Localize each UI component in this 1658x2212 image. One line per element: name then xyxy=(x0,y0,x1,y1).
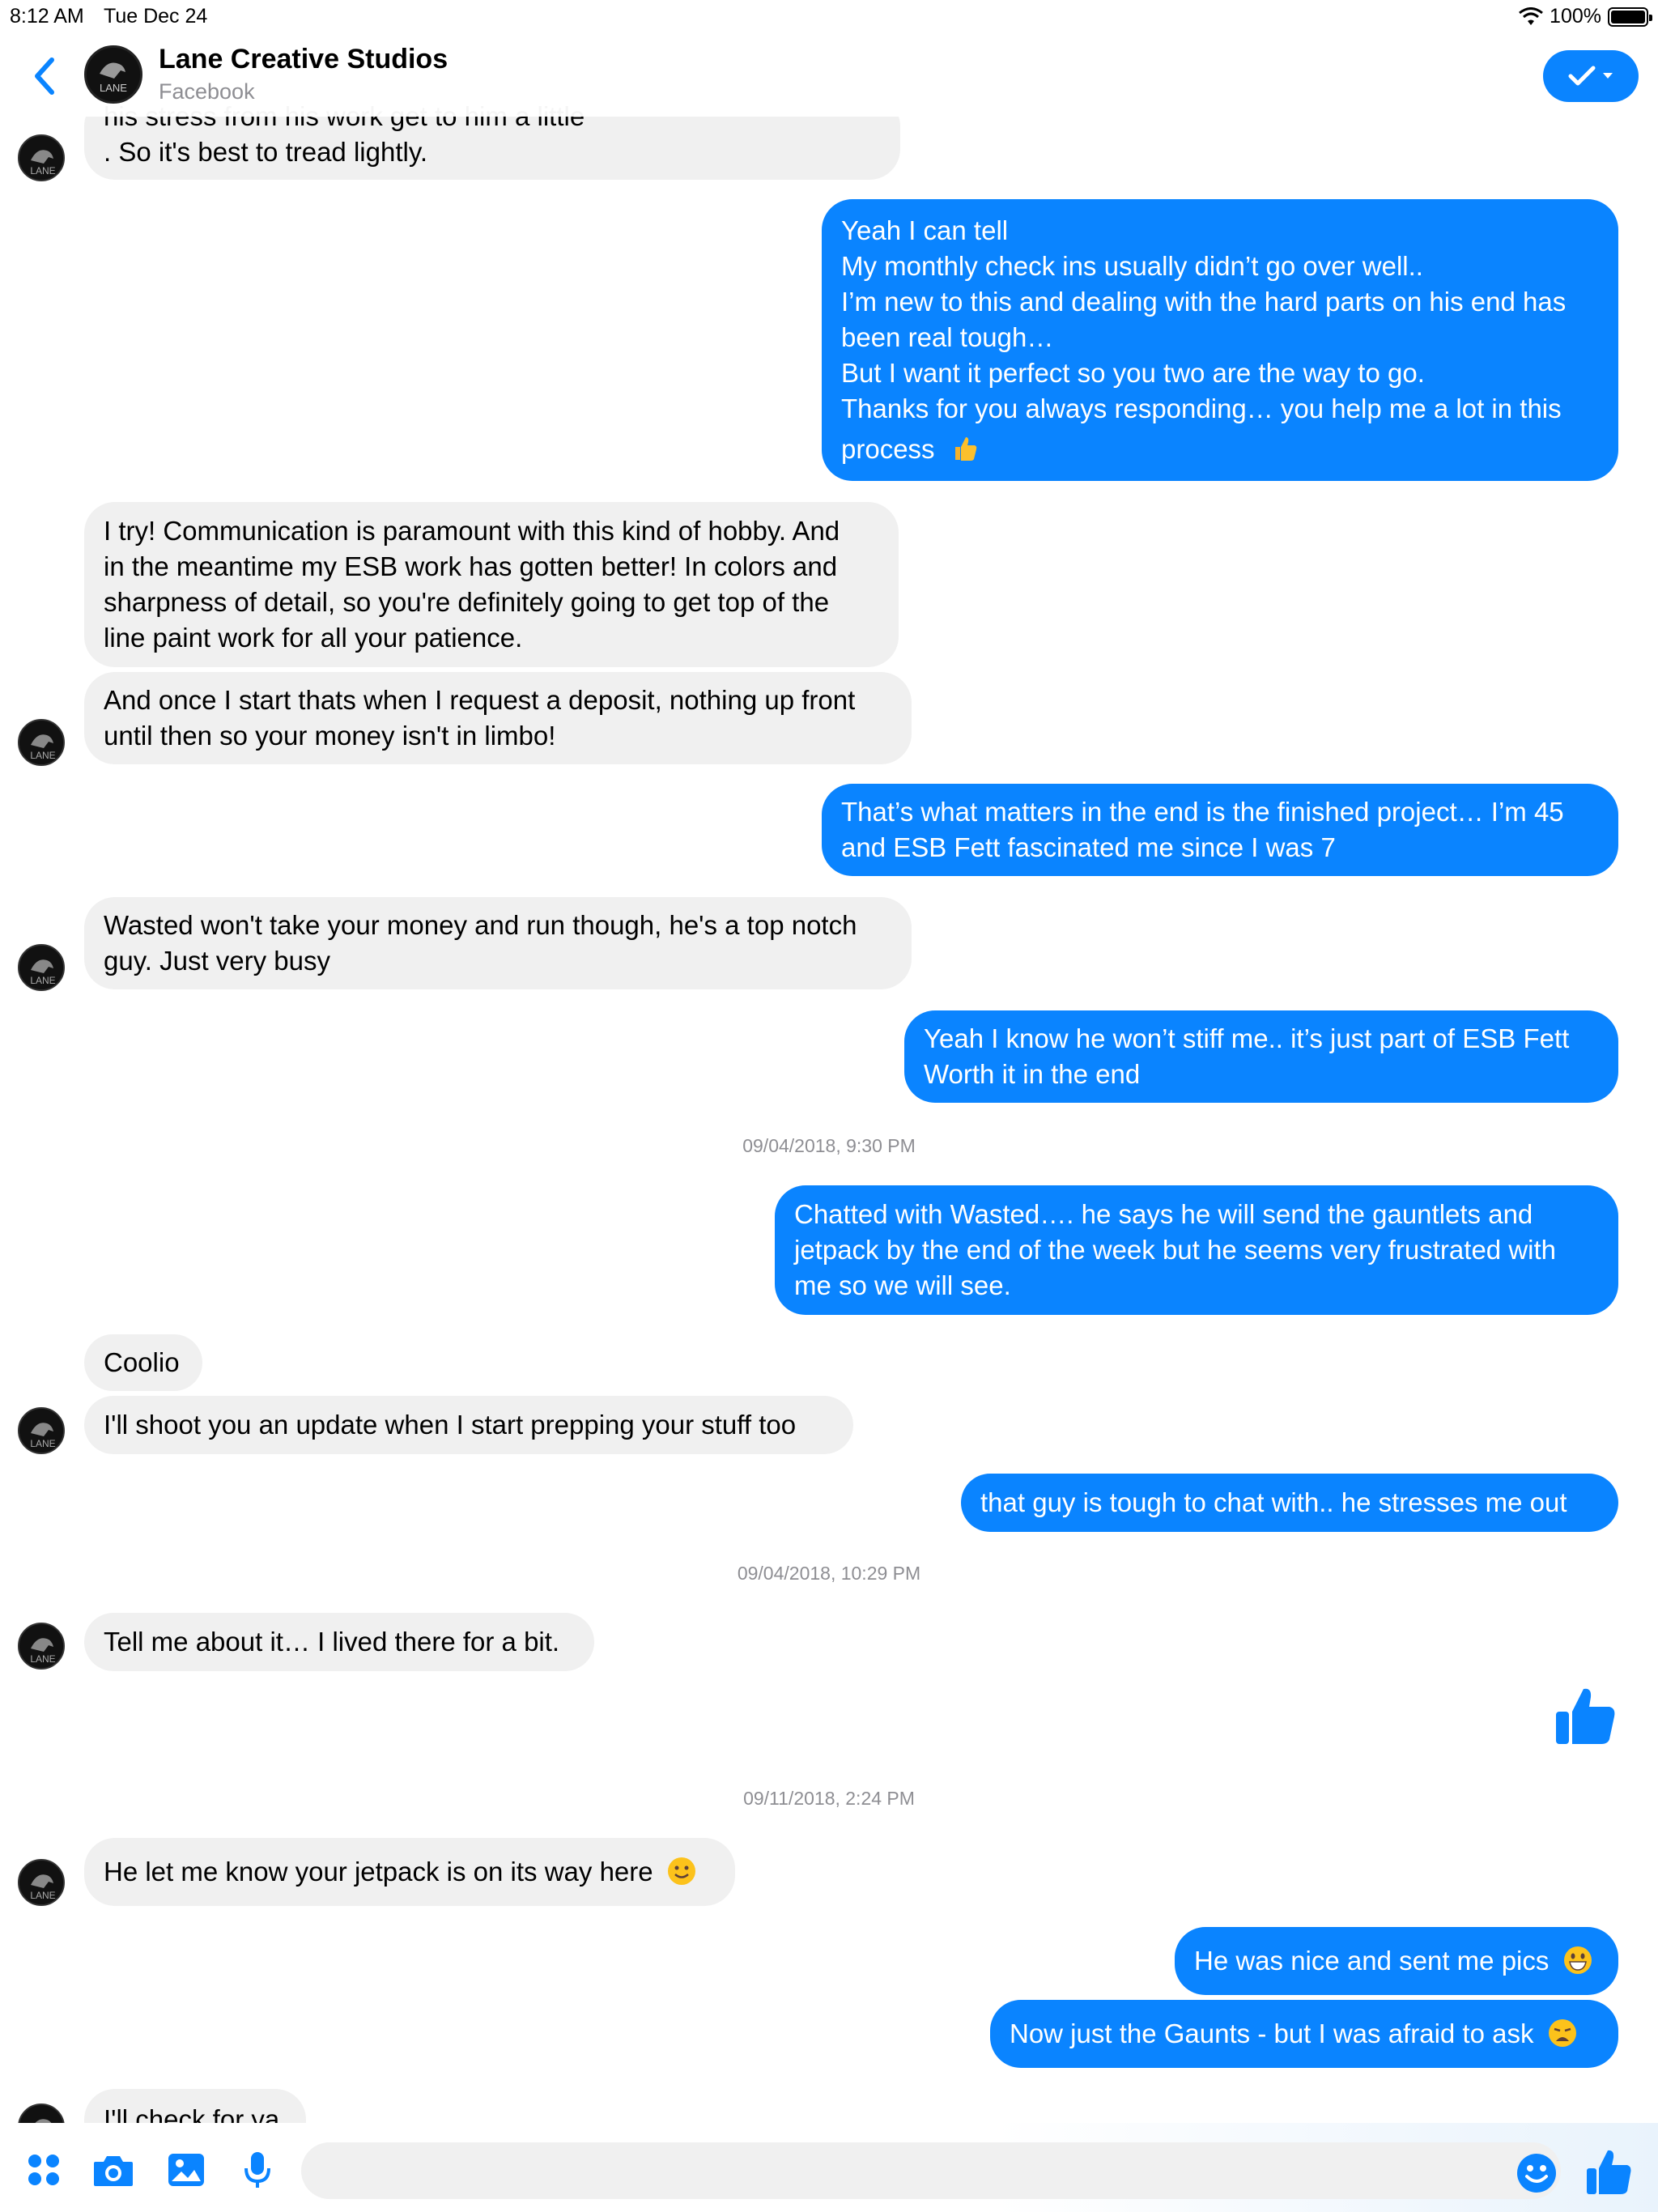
slight-smile-emoji xyxy=(667,1857,695,1885)
message-outgoing[interactable]: that guy is tough to chat with.. he stre… xyxy=(961,1474,1618,1532)
message-incoming[interactable]: He let me know your jetpack is on its wa… xyxy=(84,1838,735,1906)
message-line: Worth it in the end xyxy=(924,1059,1141,1089)
thumbs-up-emoji xyxy=(954,437,976,461)
battery-percent: 100% xyxy=(1550,5,1601,28)
status-time: 8:12 AM xyxy=(10,5,84,28)
camera-icon xyxy=(94,2156,133,2186)
message-line: me so we will see. xyxy=(794,1270,1011,1300)
message-line: I try! Communication is paramount with t… xyxy=(104,516,840,546)
emoji-picker-icon[interactable] xyxy=(1516,2152,1558,2194)
battery-icon xyxy=(1608,6,1652,27)
contact-avatar[interactable]: LANE xyxy=(18,719,65,766)
message-incoming[interactable]: Tell me about it… I lived there for a bi… xyxy=(84,1613,594,1671)
message-outgoing[interactable]: Yeah I know he won’t stiff me.. it’s jus… xyxy=(904,1010,1618,1103)
image-icon xyxy=(168,2154,204,2186)
message-line: My monthly check ins usually didn’t go o… xyxy=(841,251,1423,281)
contact-avatar[interactable]: LANE xyxy=(18,1859,65,1906)
message-line: Chatted with Wasted…. he says he will se… xyxy=(794,1199,1533,1229)
contact-avatar[interactable]: LANE xyxy=(18,134,65,181)
message-incoming[interactable]: And once I start thats when I request a … xyxy=(84,672,912,764)
avatar-logo-text: LANE xyxy=(100,82,127,94)
like-button-icon[interactable] xyxy=(1584,2147,1634,2197)
message-incoming[interactable]: I'll shoot you an update when I start pr… xyxy=(84,1396,853,1454)
chevron-left-icon xyxy=(35,57,54,95)
contact-avatar[interactable]: LANE xyxy=(18,1407,65,1454)
message-line: And once I start thats when I request a … xyxy=(104,685,856,715)
message-line: He let me know your jetpack is on its wa… xyxy=(104,1857,653,1887)
message-line: line paint work for all your patience. xyxy=(104,623,523,653)
message-outgoing[interactable]: Chatted with Wasted…. he says he will se… xyxy=(775,1185,1618,1315)
more-actions-button[interactable] xyxy=(21,2147,66,2193)
camera-button[interactable] xyxy=(91,2147,136,2193)
message-line: That’s what matters in the end is the fi… xyxy=(841,797,1564,827)
message-line: But I want it perfect so you two are the… xyxy=(841,358,1425,388)
status-indicators: 100% xyxy=(1519,5,1652,28)
message-line: and ESB Fett fascinated me since I was 7 xyxy=(841,832,1336,862)
contact-name[interactable]: Lane Creative Studios xyxy=(159,44,448,75)
microphone-icon xyxy=(244,2152,270,2188)
message-timestamp: 09/11/2018, 2:24 PM xyxy=(743,1788,915,1809)
message-line: Tell me about it… I lived there for a bi… xyxy=(104,1627,560,1657)
svg-text:LANE: LANE xyxy=(30,1890,55,1901)
message-line: until then so your money isn't in limbo! xyxy=(104,721,556,751)
header-avatar[interactable]: LANE xyxy=(84,45,142,104)
message-line: Yeah I can tell xyxy=(841,215,1009,245)
messenger-screen: his stress from his work get to him a li… xyxy=(0,0,1658,2212)
done-menu-button[interactable] xyxy=(1543,50,1639,102)
message-line: sharpness of detail, so you're definitel… xyxy=(104,587,830,617)
message-incoming[interactable]: Coolio xyxy=(84,1334,202,1391)
message-line: I’m new to this and dealing with the har… xyxy=(841,287,1567,317)
wifi-icon xyxy=(1519,6,1543,25)
message-line: Now just the Gaunts - but I was afraid t… xyxy=(1010,2018,1534,2048)
contact-avatar[interactable]: LANE xyxy=(18,944,65,991)
svg-text:LANE: LANE xyxy=(30,165,55,177)
status-date: Tue Dec 24 xyxy=(104,5,208,28)
message-line: Wasted won't take your money and run tho… xyxy=(104,910,857,940)
thumbs-up-sticker-icon[interactable] xyxy=(1553,1684,1618,1749)
back-button[interactable] xyxy=(24,52,65,100)
message-outgoing[interactable]: He was nice and sent me pics xyxy=(1175,1927,1618,1995)
message-input[interactable] xyxy=(301,2142,1561,2199)
message-line: Thanks for you always responding… you he… xyxy=(841,393,1562,423)
grin-emoji xyxy=(1563,1946,1592,1974)
message-line: that guy is tough to chat with.. he stre… xyxy=(980,1487,1567,1517)
svg-text:LANE: LANE xyxy=(30,1653,55,1665)
message-timestamp: 09/04/2018, 9:30 PM xyxy=(742,1135,916,1156)
status-bar: 8:12 AM Tue Dec 24 100% xyxy=(0,0,1658,32)
weary-face-emoji xyxy=(1548,2019,1576,2047)
message-line: guy. Just very busy xyxy=(104,946,331,976)
message-outgoing[interactable]: That’s what matters in the end is the fi… xyxy=(822,784,1618,876)
message-line: process xyxy=(841,434,935,464)
message-outgoing[interactable]: Now just the Gaunts - but I was afraid t… xyxy=(990,2000,1618,2068)
message-line: He was nice and sent me pics xyxy=(1194,1946,1550,1976)
message-line: been real tough… xyxy=(841,322,1054,352)
message-line: jetpack by the end of the week but he se… xyxy=(794,1235,1556,1265)
conversation-header: LANE Lane Creative Studios Facebook xyxy=(0,32,1658,117)
svg-text:LANE: LANE xyxy=(30,750,55,761)
message-incoming[interactable]: I try! Communication is paramount with t… xyxy=(84,502,899,667)
message-outgoing[interactable]: Yeah I can tell My monthly check ins usu… xyxy=(822,199,1618,481)
contact-avatar[interactable]: LANE xyxy=(18,1623,65,1670)
svg-text:LANE: LANE xyxy=(30,1438,55,1449)
caret-down-icon xyxy=(1603,73,1613,79)
composer-bar xyxy=(0,2123,1658,2212)
contact-platform: Facebook xyxy=(159,79,255,104)
four-dots-icon xyxy=(28,2155,59,2185)
svg-text:LANE: LANE xyxy=(30,975,55,986)
checkmark-icon xyxy=(1568,66,1596,86)
message-line: Coolio xyxy=(104,1347,180,1377)
message-line: I'll shoot you an update when I start pr… xyxy=(104,1410,797,1440)
photo-gallery-button[interactable] xyxy=(164,2147,209,2193)
message-line: . So it's best to tread lightly. xyxy=(104,137,428,167)
message-timestamp: 09/04/2018, 10:29 PM xyxy=(737,1563,921,1584)
message-line: in the meantime my ESB work has gotten b… xyxy=(104,551,838,581)
voice-message-button[interactable] xyxy=(235,2147,280,2193)
message-line: Yeah I know he won’t stiff me.. it’s jus… xyxy=(924,1023,1570,1053)
message-incoming[interactable]: Wasted won't take your money and run tho… xyxy=(84,897,912,989)
